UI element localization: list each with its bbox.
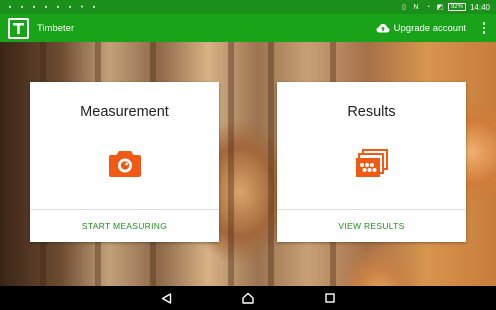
notification-icon: ▪ — [56, 3, 60, 11]
app-bar: Timbeter Upgrade account — [0, 14, 496, 42]
battery-indicator: 92% — [447, 3, 466, 11]
vibrate-icon: ▯ — [402, 3, 406, 11]
view-results-button[interactable]: VIEW RESULTS — [277, 210, 466, 242]
status-bar: ▪ ▪ ▪ ▪ ▪ ▪ • ▪ ▯ N ◔ ◩ 92% 14:40 — [0, 0, 496, 14]
measurement-card: Measurement START MEASURING — [30, 82, 219, 242]
navigation-bar — [0, 286, 496, 310]
notification-icon: • — [80, 3, 84, 11]
notification-icon: ▪ — [32, 3, 36, 11]
photo-gallery-icon[interactable] — [355, 149, 388, 177]
notification-icon: ▪ — [44, 3, 48, 11]
results-card: Results VIEW RESULTS — [277, 82, 466, 242]
timbeter-logo — [8, 17, 29, 39]
notification-icon: ▪ — [92, 3, 96, 11]
notification-icons: ▪ ▪ ▪ ▪ ▪ ▪ • ▪ — [6, 4, 98, 11]
back-icon[interactable] — [159, 291, 173, 305]
notification-icon: ▪ — [20, 3, 24, 11]
results-title: Results — [347, 104, 396, 120]
camera-icon[interactable] — [108, 149, 141, 177]
overflow-menu-icon[interactable] — [480, 22, 488, 34]
system-icons: ▯ N ◔ ◩ 92% 14:40 — [400, 3, 490, 12]
wifi-icon: ◔ — [425, 3, 431, 11]
app-title: Timbeter — [37, 22, 75, 34]
notification-icon: ▪ — [8, 3, 12, 11]
upgrade-account-label: Upgrade account — [393, 22, 466, 34]
home-icon[interactable] — [241, 291, 255, 305]
clock: 14:40 — [469, 2, 490, 12]
upgrade-account-button[interactable]: Upgrade account — [376, 23, 466, 34]
start-measuring-button[interactable]: START MEASURING — [30, 210, 219, 242]
app-screen: ▪ ▪ ▪ ▪ ▪ ▪ • ▪ ▯ N ◔ ◩ 92% 14:40 Timbet… — [0, 0, 496, 310]
nfc-icon: N — [413, 3, 419, 11]
logo-mark-icon — [13, 22, 24, 34]
measurement-title: Measurement — [80, 104, 169, 120]
recent-apps-icon[interactable] — [323, 291, 337, 305]
no-sim-icon: ◩ — [436, 3, 444, 11]
notification-icon: ▪ — [68, 3, 72, 11]
cloud-upload-icon — [376, 24, 390, 33]
